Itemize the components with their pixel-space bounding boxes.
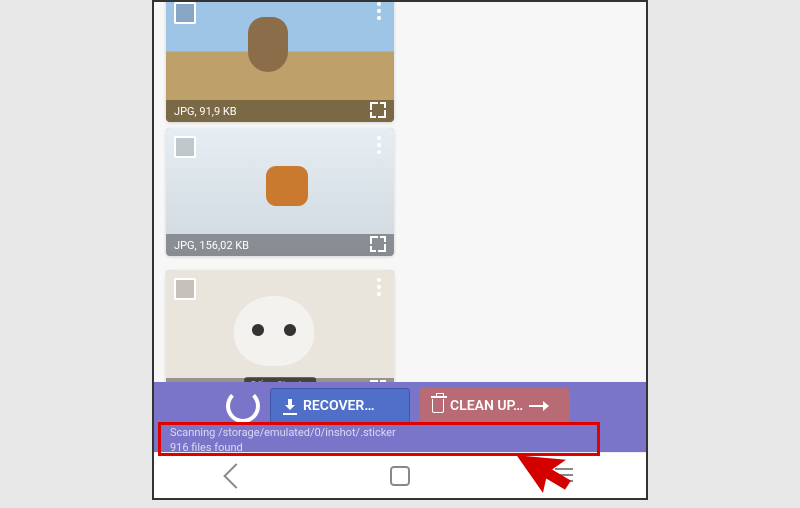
- file-size: 91,9 KB: [199, 105, 236, 118]
- file-info-bar: JPG, 91,9 KB: [166, 100, 394, 122]
- cleanup-button[interactable]: CLEAN UP…: [420, 388, 570, 424]
- nav-back-icon[interactable]: [223, 463, 248, 488]
- select-checkbox[interactable]: [174, 136, 196, 158]
- more-options-icon[interactable]: [370, 2, 388, 20]
- select-checkbox[interactable]: [174, 278, 196, 300]
- gallery-grid-container: JPG, 91,9 KB JPG, 156,02 KB: [154, 2, 646, 382]
- fullscreen-icon[interactable]: [370, 236, 386, 252]
- photo-thumbnail[interactable]: Sốc vãi mèo JPG, 41,01 KB: [166, 270, 394, 400]
- select-checkbox[interactable]: [174, 2, 196, 24]
- recover-label: RECOVER…: [303, 398, 374, 414]
- more-options-icon[interactable]: [370, 136, 388, 154]
- photo-thumbnail[interactable]: JPG, 91,9 KB: [166, 0, 394, 122]
- file-format: JPG: [174, 239, 195, 252]
- file-info-bar: JPG, 156,02 KB: [166, 234, 394, 256]
- photo-thumbnail[interactable]: JPG, 156,02 KB: [166, 128, 394, 256]
- nav-home-icon[interactable]: [390, 466, 410, 486]
- file-size: 156,02 KB: [199, 239, 249, 252]
- file-format: JPG: [174, 105, 195, 118]
- more-options-icon[interactable]: [370, 278, 388, 296]
- cleanup-label: CLEAN UP…: [450, 398, 523, 414]
- action-row: RECOVER… CLEAN UP…: [154, 382, 646, 424]
- download-icon: [283, 399, 297, 413]
- trash-icon: [432, 399, 444, 413]
- fullscreen-icon[interactable]: [370, 102, 386, 118]
- arrow-right-icon: [529, 400, 549, 412]
- recover-button[interactable]: RECOVER…: [270, 388, 410, 424]
- phone-screen: JPG, 91,9 KB JPG, 156,02 KB: [152, 0, 648, 500]
- scanning-spinner-icon: [226, 389, 260, 423]
